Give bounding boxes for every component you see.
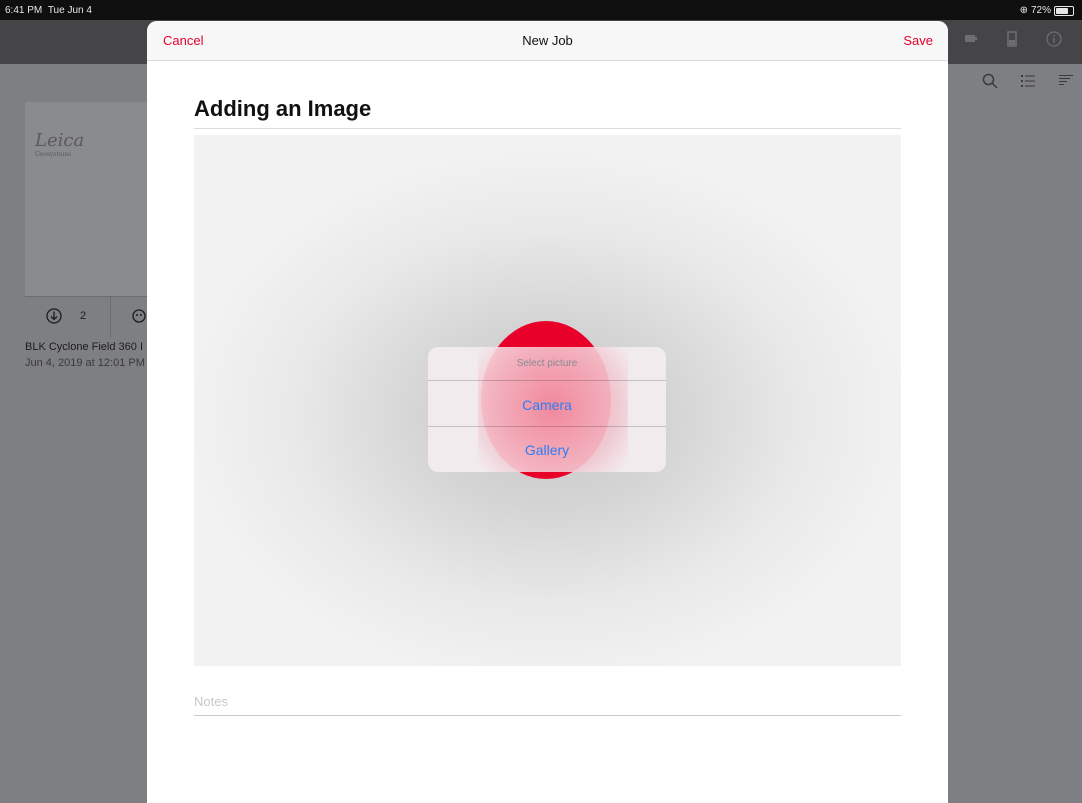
dialog-title: Select picture — [516, 358, 578, 369]
orientation-lock-icon: ⊕ — [1019, 5, 1028, 16]
list-icon — [1021, 75, 1035, 87]
notes-underline — [194, 715, 901, 716]
leica-logo: Leica Geosystems — [35, 130, 85, 158]
search-icon — [982, 73, 998, 89]
background-actions — [982, 73, 1074, 89]
sheet-navbar: Cancel New Job Save — [147, 21, 948, 61]
select-picture-dialog: Select picture Camera Gallery — [428, 347, 666, 472]
sheet-title: New Job — [522, 33, 573, 48]
background-toolbar — [964, 31, 1062, 47]
sort-icon — [1059, 75, 1073, 85]
divider — [428, 380, 666, 381]
status-time: 6:41 PM Tue Jun 4 — [5, 5, 92, 16]
battery-indicator: ⊕ 72% — [1020, 5, 1074, 16]
battery-icon — [1054, 5, 1074, 16]
divider — [194, 128, 901, 129]
background-card-strip: 2 — [25, 296, 150, 337]
download-icon — [46, 308, 62, 324]
device-icon — [1007, 31, 1017, 47]
battery-percent: 72% — [1030, 5, 1051, 16]
card-title: BLK Cyclone Field 360 I — [25, 341, 144, 353]
card-count: 2 — [80, 310, 87, 322]
save-button[interactable]: Save — [903, 33, 933, 48]
notes-field[interactable]: Notes — [194, 694, 228, 709]
gallery-option[interactable]: Gallery — [428, 442, 666, 458]
image-picker-area[interactable]: Select picture Camera Gallery — [194, 135, 901, 666]
divider — [428, 426, 666, 427]
new-job-sheet: Cancel New Job Save Adding an Image Sele… — [147, 21, 948, 803]
camera-icon — [965, 35, 977, 42]
camera-option[interactable]: Camera — [428, 397, 666, 413]
info-icon — [1046, 31, 1062, 47]
share-icon — [132, 309, 146, 323]
card-date: Jun 4, 2019 at 12:01 PM — [25, 357, 145, 369]
status-bar: 6:41 PM Tue Jun 4 ⊕ 72% — [0, 0, 1082, 20]
page-heading: Adding an Image — [194, 96, 372, 121]
